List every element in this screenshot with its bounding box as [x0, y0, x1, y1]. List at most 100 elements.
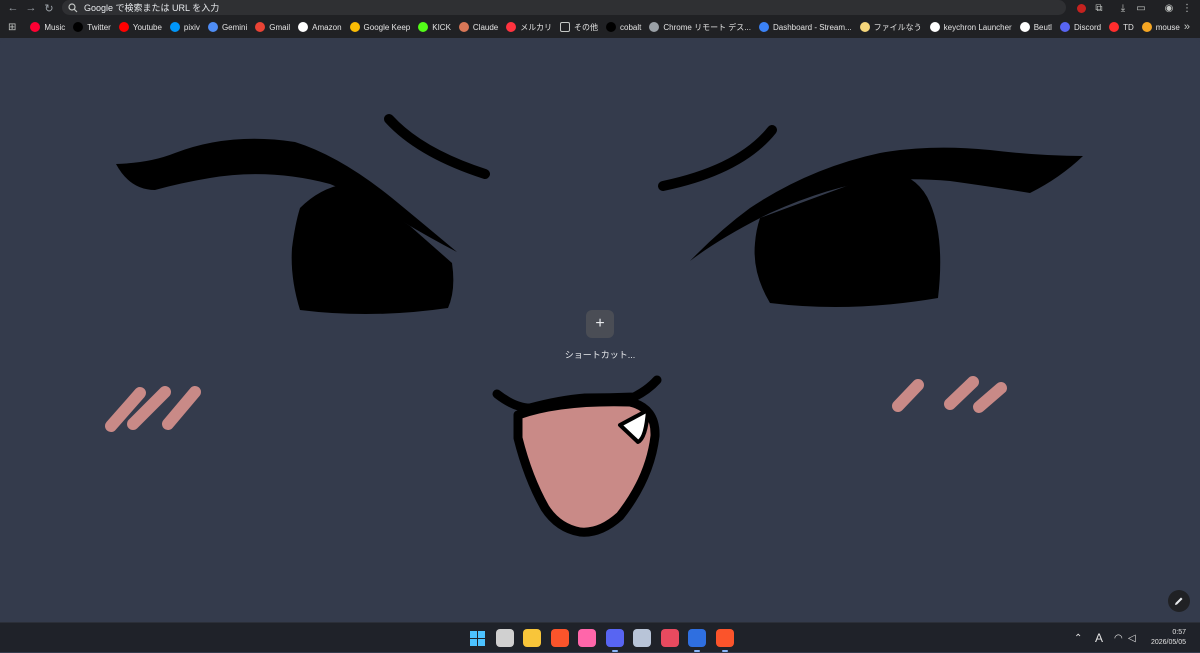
download-icon[interactable]: ⤓: [1114, 0, 1132, 16]
bookmark-label: Discord: [1073, 22, 1102, 32]
add-shortcut[interactable]: + ショートカット...: [564, 310, 636, 361]
bookmark-label: Beutl: [1033, 22, 1052, 32]
right-blush: [892, 376, 1007, 413]
discord-discord-icon[interactable]: [605, 629, 624, 652]
osu-osu-icon[interactable]: [578, 629, 596, 647]
bookmark-item[interactable]: Discord: [1056, 18, 1105, 36]
bookmark-label: Youtube: [132, 22, 162, 32]
bookmark-label: メルカリ: [520, 22, 553, 32]
app-9-snowflake-icon[interactable]: [688, 629, 706, 652]
reload-button[interactable]: ↻: [40, 0, 58, 16]
bookmark-label: Amazon: [312, 22, 342, 32]
youtube-icon: [118, 22, 129, 32]
gmail-icon: [255, 22, 266, 32]
bookmark-item[interactable]: Gemini: [204, 18, 251, 36]
taskbar: ⌃ A ◠ ◁ 0:57 2026/05/05: [0, 622, 1200, 652]
bookmark-label: Gemini: [221, 22, 248, 32]
omnibox-placeholder: Google で検索または URL を入力: [84, 3, 220, 13]
bookmark-label: Google Keep: [363, 22, 411, 32]
file-explorer-folder-icon[interactable]: [523, 629, 541, 647]
bookmark-item[interactable]: KICK: [414, 18, 455, 36]
bookmark-item[interactable]: Music: [26, 18, 69, 36]
bookmarks-bar: ⊞ Music Twitter Youtube pixiv Gemini Gmail Ama…: [0, 18, 1200, 36]
bookmark-label: Twitter: [87, 22, 111, 32]
extensions-icon[interactable]: ⧉: [1090, 0, 1108, 16]
show-hidden-icons-icon[interactable]: ⌃: [1074, 623, 1082, 653]
menu-icon[interactable]: ⋮: [1178, 0, 1196, 16]
bookmark-item[interactable]: Youtube: [115, 18, 166, 36]
bookmark-item[interactable]: keychron Launcher: [926, 18, 1016, 36]
new-tab-page: + ショートカット...: [0, 38, 1200, 622]
wifi-icon[interactable]: ◠: [1114, 623, 1123, 653]
bookmark-label: pixiv: [183, 22, 200, 32]
bookmark-label: mouse: [1155, 22, 1180, 32]
back-button[interactable]: ←: [4, 0, 22, 16]
pencil-icon: [1175, 597, 1183, 605]
search-icon: [68, 2, 78, 12]
cobalt-icon: [606, 22, 617, 32]
start-button-windows-icon[interactable]: [468, 629, 486, 647]
brave-beta-brave-icon[interactable]: [715, 629, 734, 652]
bookmark-label: cobalt: [620, 22, 642, 32]
browser-chrome: ← → ↻ Google で検索または URL を入力 ⧉ ⤓ ▭ ◉ ⋮ ⊞ …: [0, 0, 1200, 38]
bookmark-label: KICK: [432, 22, 451, 32]
bookmark-label: Chrome リモート デス...: [663, 22, 751, 32]
bookmark-item[interactable]: Google Keep: [346, 18, 415, 36]
app-7-character-icon[interactable]: [633, 629, 651, 647]
bookmark-item[interactable]: Amazon: [294, 18, 345, 36]
claude-icon: [458, 22, 469, 32]
bookmark-label: TD: [1123, 22, 1134, 32]
bookmark-item[interactable]: Beutl: [1016, 18, 1056, 36]
bookmark-label: Claude: [472, 22, 499, 32]
bookmark-item[interactable]: TD: [1105, 18, 1138, 36]
cast-icon[interactable]: ▭: [1132, 0, 1150, 16]
keep-icon: [349, 22, 360, 32]
mercari-icon: [506, 22, 517, 32]
add-shortcut-label: ショートカット...: [564, 350, 636, 360]
input-mode-indicator[interactable]: A: [1095, 623, 1103, 653]
bookmark-label: Music: [44, 22, 66, 32]
task-view-task-view-icon[interactable]: [495, 629, 514, 647]
left-blush: [105, 386, 201, 432]
bookmark-item[interactable]: pixiv: [166, 18, 204, 36]
ublock-icon[interactable]: [1072, 0, 1090, 16]
profile-icon[interactable]: ◉: [1160, 0, 1178, 16]
bookmark-item[interactable]: その他: [556, 18, 602, 36]
volume-icon[interactable]: ◁: [1128, 623, 1136, 653]
plus-icon[interactable]: +: [586, 310, 614, 338]
brave-brave-icon[interactable]: [550, 629, 569, 647]
clock[interactable]: 0:57 2026/05/05: [1151, 628, 1186, 648]
forward-button[interactable]: →: [22, 0, 40, 16]
apps-icon[interactable]: ⊞: [4, 18, 26, 36]
bookmark-item[interactable]: cobalt: [602, 18, 645, 36]
discord-icon: [1059, 22, 1070, 32]
mouse-icon: [1141, 22, 1152, 32]
clock-date: 2026/05/05: [1150, 639, 1186, 646]
amazon-icon: [298, 22, 309, 32]
bookmark-item[interactable]: Twitter: [69, 18, 115, 36]
bookmark-item[interactable]: Dashboard - Stream...: [755, 18, 856, 36]
app-8-robot-icon[interactable]: [660, 629, 679, 647]
clock-time: 0:57: [1172, 629, 1186, 636]
remote-desktop-icon: [649, 22, 660, 32]
x-icon: [73, 22, 84, 32]
kick-icon: [418, 22, 429, 32]
bookmark-item[interactable]: ファイルなう: [856, 18, 926, 36]
customize-chrome-button[interactable]: [1168, 590, 1190, 612]
gemini-icon: [207, 22, 218, 32]
bookmark-label: keychron Launcher: [943, 22, 1012, 32]
omnibox[interactable]: Google で検索または URL を入力: [62, 0, 1066, 15]
td-icon: [1109, 22, 1120, 32]
bookmark-item[interactable]: mouse: [1138, 18, 1184, 36]
bookmark-item[interactable]: Chrome リモート デス...: [645, 18, 755, 36]
bookmark-item[interactable]: メルカリ: [502, 18, 556, 36]
bookmarks-overflow-icon[interactable]: »: [1184, 18, 1190, 36]
pixiv-icon: [169, 22, 180, 32]
bookmark-item[interactable]: Claude: [455, 18, 502, 36]
bookmark-item[interactable]: Gmail: [251, 18, 294, 36]
right-squint-line: [658, 125, 777, 191]
keychron-icon: [929, 22, 940, 32]
folder-icon: [560, 22, 571, 32]
left-eye: [291, 184, 454, 315]
beutl-icon: [1019, 22, 1030, 32]
